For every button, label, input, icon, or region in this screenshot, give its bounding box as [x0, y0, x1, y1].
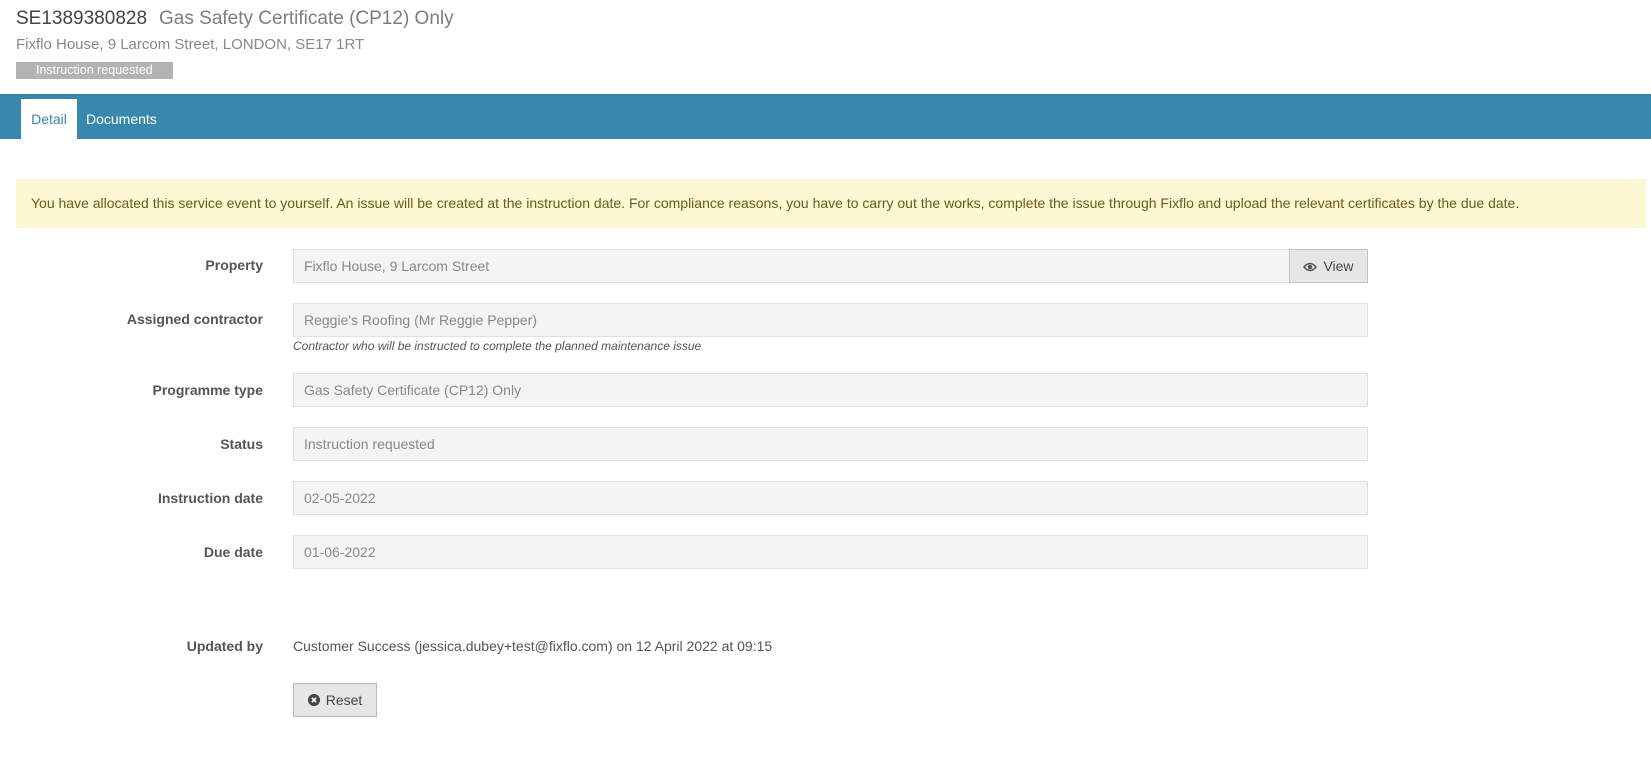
view-property-button[interactable]: View	[1289, 249, 1368, 283]
status-field[interactable]: Instruction requested	[293, 427, 1368, 461]
title-row: SE1389380828 Gas Safety Certificate (CP12…	[16, 6, 454, 32]
service-event-reference: SE1389380828	[16, 8, 148, 29]
view-button-label: View	[1323, 258, 1354, 274]
due-date-field[interactable]: 01-06-2022	[293, 535, 1368, 569]
property-label: Property	[205, 257, 263, 273]
updated-by-label: Updated by	[186, 638, 263, 654]
reset-button[interactable]: Reset	[293, 683, 377, 717]
page-header: SE1389380828 Gas Safety Certificate (CP12…	[16, 6, 454, 79]
tab-documents[interactable]: Documents	[86, 99, 157, 139]
reset-button-label: Reset	[325, 692, 363, 708]
contractor-help-text: Contractor who will be instructed to com…	[293, 339, 702, 353]
contractor-label: Assigned contractor	[126, 311, 263, 327]
property-address: Fixflo House, 9 Larcom Street, LONDON, S…	[16, 36, 365, 53]
instruction-date-label: Instruction date	[157, 490, 263, 506]
programme-type-field[interactable]: Gas Safety Certificate (CP12) Only	[293, 373, 1368, 407]
tab-detail[interactable]: Detail	[21, 99, 77, 139]
programme-type-label: Programme type	[152, 382, 263, 398]
allocation-alert: You have allocated this service event to…	[16, 179, 1646, 228]
tab-bar: Detail Documents	[0, 94, 1651, 139]
instruction-date-field[interactable]: 02-05-2022	[293, 481, 1368, 515]
status-label: Status	[220, 436, 263, 452]
status-badge: Instruction requested	[16, 62, 173, 79]
close-circle-icon	[307, 685, 320, 717]
due-date-label: Due date	[203, 544, 263, 560]
contractor-field[interactable]: Reggie's Roofing (Mr Reggie Pepper)	[293, 303, 1368, 337]
updated-by-value: Customer Success (jessica.dubey+test@fix…	[293, 638, 773, 654]
page-title: Gas Safety Certificate (CP12) Only	[159, 8, 454, 29]
property-field[interactable]: Fixflo House, 9 Larcom Street	[293, 249, 1290, 283]
eye-icon	[1303, 251, 1318, 283]
